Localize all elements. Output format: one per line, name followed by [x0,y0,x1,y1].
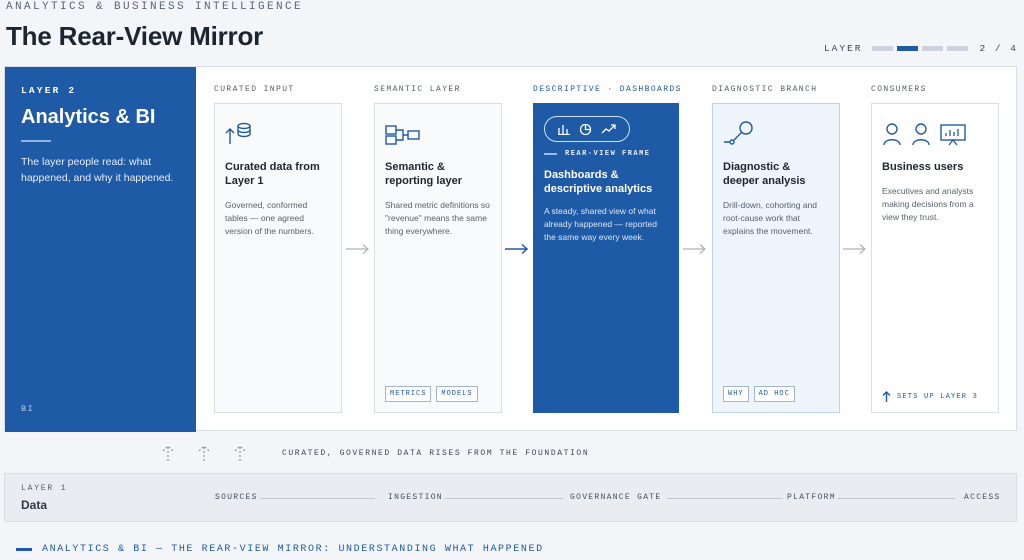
drill-search-icon [723,116,829,146]
progress-segment-3 [922,46,944,51]
flow-arrow-icon [843,244,866,254]
model-link-icon [385,116,491,146]
progress-segment-4 [947,46,969,51]
flow-arrow-icon [346,244,369,254]
card-description: A steady, shared view of what already ha… [544,206,657,242]
card-description: Drill-down, cohorting and root-cause wor… [723,200,818,236]
column-heading-diagnostic: DIAGNOSTIC BRANCH [712,85,818,94]
rear-view-frame-label: REAR-VIEW FRAME [544,150,668,158]
flow-arrow-icon [505,243,529,255]
pipeline-step: PLATFORM [787,493,836,502]
pipeline-connector [260,498,375,499]
tag-list: WHY AD HOC [723,386,795,402]
foundation-tag: LAYER 1 [21,484,68,493]
card-description: Shared metric definitions so "revenue" m… [385,200,490,236]
card-curated-input: Curated data from Layer 1 Governed, conf… [214,103,342,413]
arrow-up-icon [234,445,246,461]
card-consumers: Business users Executives and analysts m… [871,103,999,413]
layer-footer: BI [21,404,35,414]
arrow-up-icon [162,445,174,461]
tag-why: WHY [723,386,749,402]
column-heading-semantic-layer: SEMANTIC LAYER [374,85,461,94]
column-heading-curated-input: CURATED INPUT [214,85,295,94]
next-layer-label: SETS UP LAYER 3 [897,392,979,401]
pipeline-connector [445,498,563,499]
consumer-icons [882,116,988,146]
card-title: Dashboards & descriptive analytics [544,169,653,195]
tag-models: MODELS [436,386,478,402]
page-eyebrow: ANALYTICS & BUSINESS INTELLIGENCE [6,1,304,13]
trend-line-icon [601,124,616,134]
column-heading-descriptive: DESCRIPTIVE · DASHBOARDS [533,85,682,94]
progress-label: LAYER [823,43,863,54]
card-title: Semantic & reporting layer [385,161,463,187]
card-title: Business users [882,161,964,173]
card-title: Diagnostic & deeper analysis [723,161,806,187]
pipeline-step: SOURCES [215,493,258,502]
pipeline-step: ACCESS [964,493,1001,502]
card-description: Executives and analysts making decisions… [882,186,974,222]
arrow-up-icon [198,445,210,461]
layer-divider [21,140,51,142]
layer-description: The layer people read: what happened, an… [21,156,174,184]
progress-count: 2 / 4 [979,43,1018,54]
caption-bar [16,548,32,551]
presentation-icon [940,124,966,146]
card-diagnostic: Diagnostic & deeper analysis Drill-down,… [712,103,840,413]
layer-panel: LAYER 2 Analytics & BI The layer people … [5,67,196,432]
figure-caption: ANALYTICS & BI — THE REAR-VIEW MIRROR: U… [16,544,544,555]
rise-label: CURATED, GOVERNED DATA RISES FROM THE FO… [282,448,590,458]
card-dashboards: REAR-VIEW FRAME Dashboards & descriptive… [533,103,679,413]
pipeline-connector [837,498,955,499]
layer-diagram: LAYER 2 Analytics & BI The layer people … [4,66,1017,432]
progress-segment-1 [872,46,894,51]
layer-tag: LAYER 2 [21,85,77,96]
pipeline-step: GOVERNANCE GATE [570,493,662,502]
layer-title: Analytics & BI [21,106,156,128]
arrow-up-icon [882,391,891,402]
frame-label-text: REAR-VIEW FRAME [565,150,651,158]
pipeline-connector [667,498,782,499]
pie-chart-icon [580,123,592,135]
next-layer-link: SETS UP LAYER 3 [882,391,978,402]
chart-types-pill [544,116,630,142]
rise-indicator: CURATED, GOVERNED DATA RISES FROM THE FO… [160,444,589,462]
foundation-title: Data [21,498,48,512]
card-description: Governed, conformed tables — one agreed … [225,200,314,236]
user-icon [883,123,901,146]
column-heading-consumers: CONSUMERS [871,85,927,94]
frame-dash [544,153,557,155]
foundation-layer: LAYER 1 Data SOURCES INGESTION GOVERNANC… [4,473,1017,522]
card-title: Curated data from Layer 1 [225,161,320,187]
user-icon [912,123,930,146]
layer-progress: LAYER 2 / 4 [824,43,1018,54]
caption-text: ANALYTICS & BI — THE REAR-VIEW MIRROR: U… [42,544,544,555]
tag-metrics: METRICS [385,386,432,402]
tag-ad-hoc: AD HOC [753,386,795,402]
flow-arrow-icon [683,244,706,254]
database-upload-icon [225,116,331,146]
card-semantic-layer: Semantic & reporting layer Shared metric… [374,103,502,413]
bar-chart-icon [558,125,571,135]
pipeline-step: INGESTION [388,493,443,502]
page-title: The Rear-View Mirror [6,21,264,51]
tag-list: METRICS MODELS [385,386,478,402]
progress-segment-2 [897,46,919,51]
